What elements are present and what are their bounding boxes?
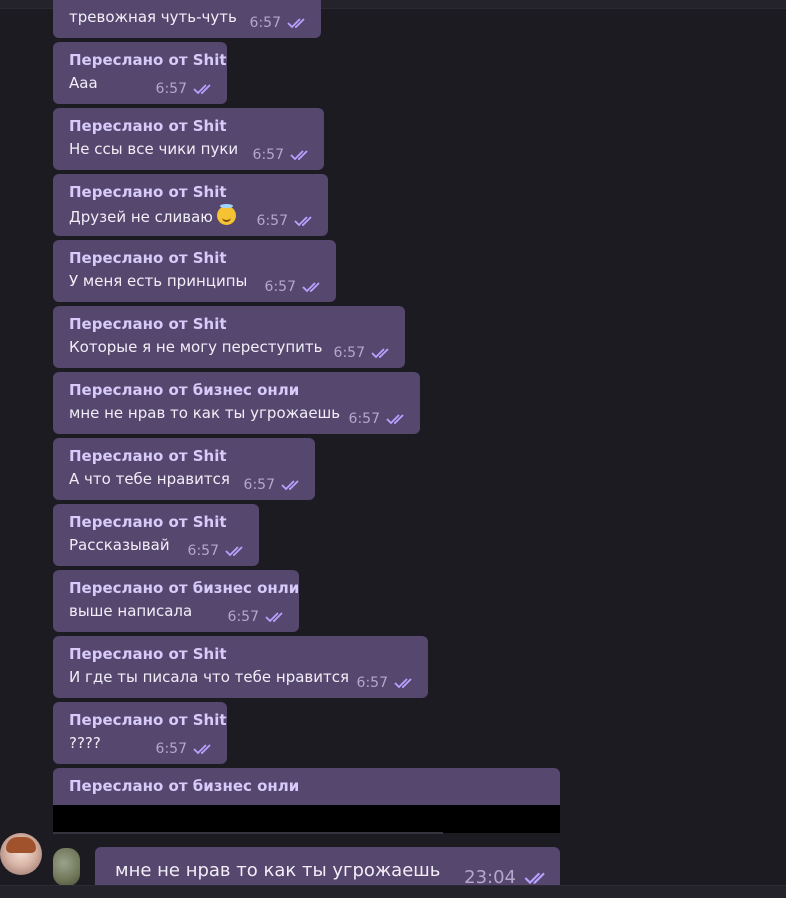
- message-meta: 6:57: [250, 15, 309, 31]
- message-bubble[interactable]: Переслано от Shit Которые я не могу пере…: [53, 306, 405, 368]
- message-time: 6:57: [155, 81, 187, 97]
- message-text-line: Друзей не сливаю: [69, 204, 236, 226]
- message-text: ????: [69, 734, 101, 752]
- media-preview[interactable]: [53, 805, 560, 833]
- embedded-message-text: мне не нрав то как ты угрожаешь: [115, 860, 441, 881]
- message-time: 6:57: [356, 675, 388, 691]
- double-check-icon: [371, 348, 389, 359]
- double-check-icon: [281, 480, 299, 491]
- double-check-icon: [302, 282, 320, 293]
- embedded-message-bubble: мне не нрав то как ты угрожаешь 23:04: [95, 847, 560, 888]
- message-text: Рассказывай: [69, 536, 170, 554]
- message-bubble[interactable]: Переслано от Shit ???? 6:57: [53, 702, 227, 764]
- message-text: мне не нрав то как ты угрожаешь: [69, 404, 341, 422]
- message-meta: 6:57: [257, 213, 316, 229]
- forward-label[interactable]: Переслано от Shit: [69, 315, 227, 333]
- double-check-icon: [225, 546, 243, 557]
- message-text: Которые я не могу переступить: [69, 338, 323, 356]
- message-bubble[interactable]: тревожная чуть-чуть 6:57: [53, 0, 321, 38]
- double-check-icon: [294, 216, 312, 227]
- message-text: А что тебе нравится: [69, 470, 230, 488]
- message-time: 6:57: [333, 345, 365, 361]
- message-meta: 6:57: [188, 543, 247, 559]
- message-text: Не ссы все чики пуки: [69, 140, 239, 158]
- media-divider: [53, 832, 443, 834]
- message-text: Ааа: [69, 74, 98, 92]
- quoted-avatar: [53, 848, 80, 886]
- forward-label[interactable]: Переслано от Shit: [69, 645, 227, 663]
- forward-label[interactable]: Переслано от бизнес онли: [69, 579, 299, 597]
- message-meta: 6:57: [357, 675, 416, 691]
- message-time: 6:57: [249, 15, 281, 31]
- message-meta: 6:57: [156, 81, 215, 97]
- double-check-icon: [386, 414, 404, 425]
- message-bubble[interactable]: Переслано от бизнес онли выше написала 6…: [53, 570, 299, 632]
- message-bubble[interactable]: Переслано от Shit Не ссы все чики пуки 6…: [53, 108, 324, 170]
- message-bubble[interactable]: Переслано от бизнес онли мне не нрав то …: [53, 372, 420, 434]
- forward-label[interactable]: Переслано от Shit: [69, 51, 227, 69]
- message-meta: 6:57: [334, 345, 393, 361]
- message-text: тревожная чуть-чуть: [69, 8, 237, 26]
- halo-emoji-icon: [216, 204, 236, 225]
- message-bubble[interactable]: Переслано от Shit Друзей не сливаю 6:57: [53, 174, 328, 236]
- message-meta: 6:57: [265, 279, 324, 295]
- message-meta: 6:57: [253, 147, 312, 163]
- message-bubble[interactable]: Переслано от Shit А что тебе нравится 6:…: [53, 438, 315, 500]
- forwarded-media-message[interactable]: Переслано от бизнес онли: [53, 768, 560, 833]
- message-meta: 6:57: [156, 741, 215, 757]
- forward-label[interactable]: Переслано от Shit: [69, 711, 227, 729]
- message-time: 6:57: [187, 543, 219, 559]
- message-time: 6:57: [252, 147, 284, 163]
- message-time: 6:57: [243, 477, 275, 493]
- forward-label[interactable]: Переслано от Shit: [69, 249, 227, 267]
- message-time: 6:57: [256, 213, 288, 229]
- double-check-icon: [265, 612, 283, 623]
- message-time: 6:57: [264, 279, 296, 295]
- forward-label[interactable]: Переслано от бизнес онли: [69, 381, 299, 399]
- double-check-icon: [394, 678, 412, 689]
- forward-label[interactable]: Переслано от Shit: [69, 447, 227, 465]
- message-text: У меня есть принципы: [69, 272, 248, 290]
- message-bubble[interactable]: Переслано от Shit И где ты писала что те…: [53, 636, 428, 698]
- message-text: И где ты писала что тебе нравится: [69, 668, 350, 686]
- double-check-icon: [287, 18, 305, 29]
- sender-avatar[interactable]: [0, 833, 42, 875]
- double-check-icon: [290, 150, 308, 161]
- message-bubble[interactable]: Переслано от Shit У меня есть принципы 6…: [53, 240, 336, 302]
- message-time: 6:57: [227, 609, 259, 625]
- message-meta: 6:57: [349, 411, 408, 427]
- message-time: 6:57: [348, 411, 380, 427]
- message-bubble[interactable]: Переслано от Shit Ааа 6:57: [53, 42, 227, 104]
- message-text: выше написала: [69, 602, 193, 620]
- message-meta: 6:57: [244, 477, 303, 493]
- double-check-icon: [193, 744, 211, 755]
- forward-label[interactable]: Переслано от бизнес онли: [69, 777, 299, 795]
- message-meta: 6:57: [228, 609, 287, 625]
- message-time: 6:57: [155, 741, 187, 757]
- forward-label[interactable]: Переслано от Shit: [69, 117, 227, 135]
- message-text: Друзей не сливаю: [69, 208, 213, 226]
- double-check-icon: [193, 84, 211, 95]
- forward-label[interactable]: Переслано от Shit: [69, 513, 227, 531]
- message-bubble[interactable]: Переслано от Shit Рассказывай 6:57: [53, 504, 259, 566]
- double-check-icon: [524, 872, 545, 884]
- forward-label[interactable]: Переслано от Shit: [69, 183, 227, 201]
- bottom-bar: [0, 885, 786, 898]
